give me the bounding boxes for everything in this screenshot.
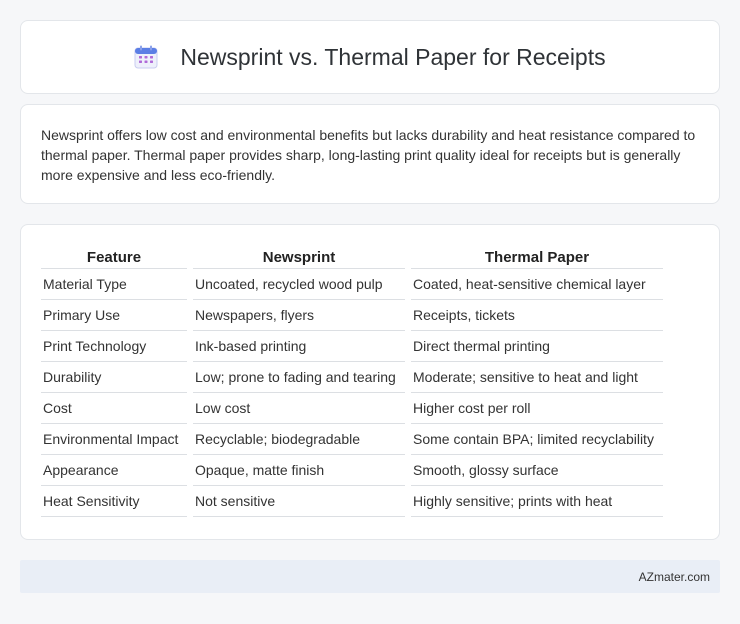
feature-cell: Primary Use <box>41 300 187 331</box>
summary-card: Newsprint offers low cost and environmen… <box>20 104 720 204</box>
newsprint-cell: Recyclable; biodegradable <box>193 424 405 455</box>
thermal-cell: Receipts, tickets <box>411 300 663 331</box>
feature-cell: Material Type <box>41 269 187 300</box>
thermal-cell: Coated, heat-sensitive chemical layer <box>411 269 663 300</box>
summary-text: Newsprint offers low cost and environmen… <box>41 127 696 183</box>
table-row: Appearance Opaque, matte finish Smooth, … <box>41 455 663 486</box>
table-row: Heat Sensitivity Not sensitive Highly se… <box>41 486 663 517</box>
feature-cell: Cost <box>41 393 187 424</box>
thermal-cell: Smooth, glossy surface <box>411 455 663 486</box>
column-header-thermal-paper: Thermal Paper <box>411 247 663 269</box>
newsprint-cell: Not sensitive <box>193 486 405 517</box>
newsprint-cell: Low; prone to fading and tearing <box>193 362 405 393</box>
column-header-newsprint: Newsprint <box>193 247 405 269</box>
thermal-cell: Some contain BPA; limited recyclability <box>411 424 663 455</box>
thermal-cell: Highly sensitive; prints with heat <box>411 486 663 517</box>
feature-cell: Heat Sensitivity <box>41 486 187 517</box>
thermal-cell: Moderate; sensitive to heat and light <box>411 362 663 393</box>
table-row: Print Technology Ink-based printing Dire… <box>41 331 663 362</box>
comparison-table-card: Feature Newsprint Thermal Paper Material… <box>20 224 720 540</box>
title-card: Newsprint vs. Thermal Paper for Receipts <box>20 20 720 94</box>
feature-cell: Durability <box>41 362 187 393</box>
calendar-icon <box>134 45 158 69</box>
newsprint-cell: Newspapers, flyers <box>193 300 405 331</box>
footer-brand: AZmater.com <box>638 569 710 584</box>
footer-bar: AZmater.com <box>20 560 720 593</box>
thermal-cell: Higher cost per roll <box>411 393 663 424</box>
newsprint-cell: Ink-based printing <box>193 331 405 362</box>
page-title: Newsprint vs. Thermal Paper for Receipts <box>180 43 606 70</box>
newsprint-cell: Opaque, matte finish <box>193 455 405 486</box>
feature-cell: Appearance <box>41 455 187 486</box>
thermal-cell: Direct thermal printing <box>411 331 663 362</box>
column-header-feature: Feature <box>41 247 187 269</box>
comparison-table: Feature Newsprint Thermal Paper Material… <box>35 247 669 517</box>
table-row: Cost Low cost Higher cost per roll <box>41 393 663 424</box>
feature-cell: Print Technology <box>41 331 187 362</box>
table-row: Durability Low; prone to fading and tear… <box>41 362 663 393</box>
table-row: Environmental Impact Recyclable; biodegr… <box>41 424 663 455</box>
newsprint-cell: Low cost <box>193 393 405 424</box>
table-row: Material Type Uncoated, recycled wood pu… <box>41 269 663 300</box>
newsprint-cell: Uncoated, recycled wood pulp <box>193 269 405 300</box>
table-header-row: Feature Newsprint Thermal Paper <box>41 247 663 269</box>
table-row: Primary Use Newspapers, flyers Receipts,… <box>41 300 663 331</box>
feature-cell: Environmental Impact <box>41 424 187 455</box>
